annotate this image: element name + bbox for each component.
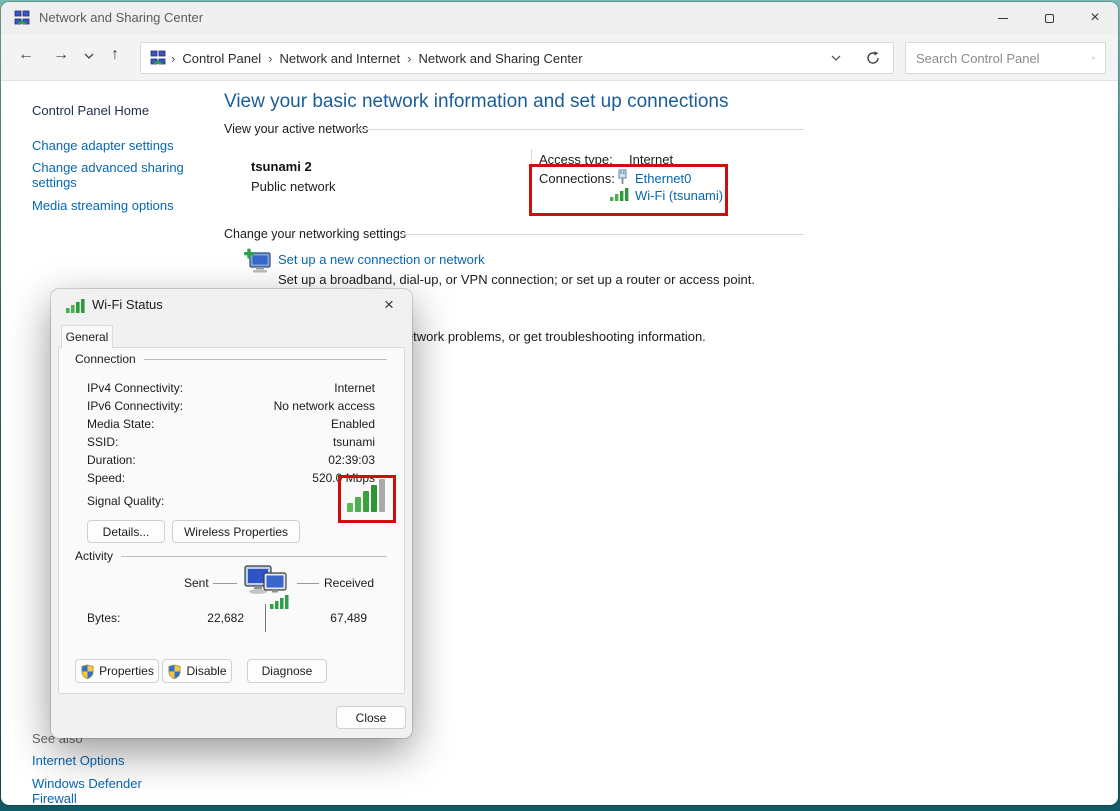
networking-settings-section-label: Change your networking settings	[224, 227, 406, 241]
row-label: Duration:	[87, 453, 136, 467]
sidebar-item-windows-defender-firewall[interactable]: Windows Defender Firewall	[32, 776, 190, 805]
tab-general[interactable]: General	[61, 325, 113, 348]
annotation-box-connections	[529, 164, 728, 216]
sidebar-item-change-advanced-sharing[interactable]: Change advanced sharing settings	[32, 160, 190, 190]
annotation-box-signal-quality	[338, 475, 396, 523]
breadcrumb-separator: ›	[268, 51, 272, 66]
uac-shield-icon	[167, 664, 182, 679]
row-duration: Duration: 02:39:03	[87, 453, 375, 467]
sent-label: Sent	[184, 576, 209, 590]
sidebar-item-change-adapter-settings[interactable]: Change adapter settings	[32, 138, 190, 153]
breadcrumb-network-sharing-center[interactable]: Network and Sharing Center	[419, 51, 583, 66]
maximize-icon	[1045, 14, 1054, 23]
activity-group-header: Activity	[75, 549, 387, 563]
section-divider	[401, 234, 804, 235]
signal-quality-label: Signal Quality:	[87, 494, 164, 508]
window-title: Network and Sharing Center	[39, 10, 203, 25]
network-name: tsunami 2	[251, 159, 312, 174]
row-label: SSID:	[87, 435, 118, 449]
disable-button[interactable]: Disable	[162, 659, 232, 683]
row-ipv6: IPv6 Connectivity: No network access	[87, 399, 375, 413]
address-bar[interactable]: › Control Panel › Network and Internet ›…	[140, 42, 894, 74]
up-button[interactable]: ↑	[111, 46, 119, 64]
network-app-icon	[14, 10, 30, 26]
setup-connection-icon	[242, 247, 274, 277]
search-icon[interactable]	[1092, 51, 1095, 65]
dialog-title: Wi-Fi Status	[92, 297, 163, 312]
row-label: Speed:	[87, 471, 125, 485]
breadcrumb-network-and-internet[interactable]: Network and Internet	[279, 51, 400, 66]
bytes-divider	[265, 604, 266, 632]
activity-computers-icon	[242, 563, 292, 609]
sidebar-item-internet-options[interactable]: Internet Options	[32, 753, 190, 768]
row-value: tsunami	[333, 435, 375, 449]
row-value: Enabled	[331, 417, 375, 431]
refresh-icon[interactable]	[865, 50, 881, 66]
properties-button-label: Properties	[99, 664, 154, 678]
row-label: Media State:	[87, 417, 154, 431]
section-divider	[354, 129, 804, 130]
network-breadcrumb-icon	[150, 50, 166, 66]
row-value: Internet	[334, 381, 375, 395]
screenshot-frame: Network and Sharing Center × ← → ↑	[0, 0, 1120, 811]
network-type: Public network	[251, 179, 336, 194]
setup-new-connection-link[interactable]: Set up a new connection or network	[278, 252, 485, 267]
network-sharing-center-window: Network and Sharing Center × ← → ↑	[1, 2, 1118, 805]
disable-button-label: Disable	[186, 664, 226, 678]
row-media-state: Media State: Enabled	[87, 417, 375, 431]
dialog-titlebar: Wi-Fi Status ×	[51, 289, 412, 321]
connection-group-header: Connection	[75, 352, 387, 366]
group-divider	[144, 359, 387, 360]
dialog-close-button[interactable]: ×	[374, 292, 404, 318]
received-dash	[297, 583, 319, 584]
close-button[interactable]: ×	[1072, 2, 1118, 34]
uac-shield-icon	[80, 664, 95, 679]
search-box[interactable]	[905, 42, 1106, 74]
address-dropdown-chevron-icon[interactable]	[831, 55, 841, 62]
row-value: 02:39:03	[328, 453, 375, 467]
sidebar-item-control-panel-home[interactable]: Control Panel Home	[32, 103, 149, 118]
back-button[interactable]: ←	[18, 46, 34, 64]
connection-group-label: Connection	[75, 352, 136, 366]
received-bytes-value: 67,489	[307, 611, 367, 625]
page-title: View your basic network information and …	[224, 91, 728, 113]
breadcrumb-control-panel[interactable]: Control Panel	[182, 51, 261, 66]
maximize-button[interactable]	[1026, 2, 1072, 34]
row-speed: Speed: 520.0 Mbps	[87, 471, 375, 485]
activity-group-label: Activity	[75, 549, 113, 563]
navigation-bar: ← → ↑ › Control Panel › Network and Inte…	[1, 34, 1118, 81]
breadcrumb-separator: ›	[171, 51, 175, 66]
setup-new-connection-description: Set up a broadband, dial-up, or VPN conn…	[278, 272, 755, 287]
close-icon: ×	[384, 295, 394, 315]
wireless-properties-button[interactable]: Wireless Properties	[172, 520, 300, 543]
forward-button[interactable]: →	[53, 46, 69, 64]
row-label: IPv6 Connectivity:	[87, 399, 183, 413]
group-divider	[121, 556, 387, 557]
search-input[interactable]	[916, 51, 1092, 66]
minimize-icon	[998, 18, 1008, 19]
received-label: Received	[324, 576, 374, 590]
window-titlebar: Network and Sharing Center ×	[1, 2, 1118, 34]
details-button[interactable]: Details...	[87, 520, 165, 543]
minimize-button[interactable]	[980, 2, 1026, 34]
row-ssid: SSID: tsunami	[87, 435, 375, 449]
row-value: No network access	[274, 399, 375, 413]
row-label: IPv4 Connectivity:	[87, 381, 183, 395]
row-ipv4: IPv4 Connectivity: Internet	[87, 381, 375, 395]
dialog-close-action-button[interactable]: Close	[336, 706, 406, 729]
sent-dash	[213, 583, 237, 584]
properties-button[interactable]: Properties	[75, 659, 159, 683]
bytes-label: Bytes:	[87, 611, 120, 625]
diagnose-button[interactable]: Diagnose	[247, 659, 327, 683]
recent-pages-chevron-icon[interactable]	[84, 53, 94, 60]
active-networks-section-label: View your active networks	[224, 122, 368, 136]
close-icon: ×	[1090, 10, 1099, 26]
sidebar-item-media-streaming-options[interactable]: Media streaming options	[32, 198, 190, 213]
breadcrumb-separator: ›	[407, 51, 411, 66]
wifi-status-icon	[65, 298, 87, 313]
sent-bytes-value: 22,682	[179, 611, 244, 625]
